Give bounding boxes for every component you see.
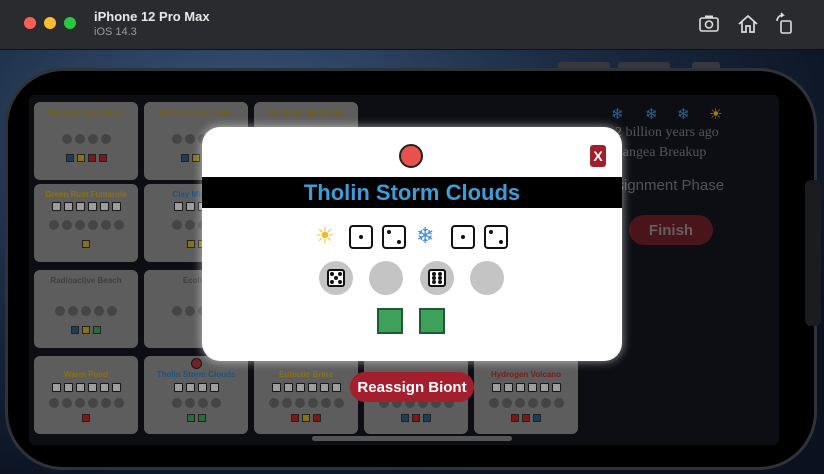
reassign-biont-button[interactable]: Reassign Biont bbox=[350, 372, 474, 402]
environment-detail-dialog: X Tholin Storm Clouds ☀ ❄ bbox=[202, 127, 622, 361]
minimize-window-button[interactable] bbox=[44, 17, 56, 29]
die-face-1 bbox=[349, 225, 373, 249]
app-screen: Deep Hot Biosphere Mark Palace-Ocean Cam… bbox=[29, 95, 779, 445]
close-dialog-button[interactable]: X bbox=[590, 145, 606, 167]
screenshot-icon[interactable] bbox=[697, 12, 721, 36]
biont-slot[interactable] bbox=[319, 261, 353, 295]
die-face-2 bbox=[382, 225, 406, 249]
player-marker bbox=[399, 144, 423, 168]
die-face-6 bbox=[428, 269, 446, 287]
biont-slot-empty[interactable] bbox=[369, 261, 403, 295]
dialog-title: Tholin Storm Clouds bbox=[202, 177, 622, 208]
snowflake-icon: ❄ bbox=[416, 223, 435, 248]
simulator-titlebar: iPhone 12 Pro Max iOS 14.3 bbox=[0, 0, 824, 50]
biont-slot[interactable] bbox=[420, 261, 454, 295]
sun-icon: ☀ bbox=[315, 223, 335, 248]
phone-side-button bbox=[805, 180, 821, 326]
home-icon[interactable] bbox=[736, 12, 760, 36]
device-name: iPhone 12 Pro Max bbox=[94, 9, 210, 24]
device-os-version: iOS 14.3 bbox=[94, 26, 137, 38]
home-indicator[interactable] bbox=[312, 436, 512, 441]
die-face-1 bbox=[451, 225, 475, 249]
biont-slot-empty[interactable] bbox=[470, 261, 504, 295]
resource-square bbox=[419, 308, 445, 334]
die-face-5 bbox=[327, 269, 345, 287]
resource-square bbox=[377, 308, 403, 334]
zoom-window-button[interactable] bbox=[64, 17, 76, 29]
die-face-2 bbox=[484, 225, 508, 249]
rotate-icon[interactable] bbox=[773, 12, 797, 36]
close-window-button[interactable] bbox=[24, 17, 36, 29]
